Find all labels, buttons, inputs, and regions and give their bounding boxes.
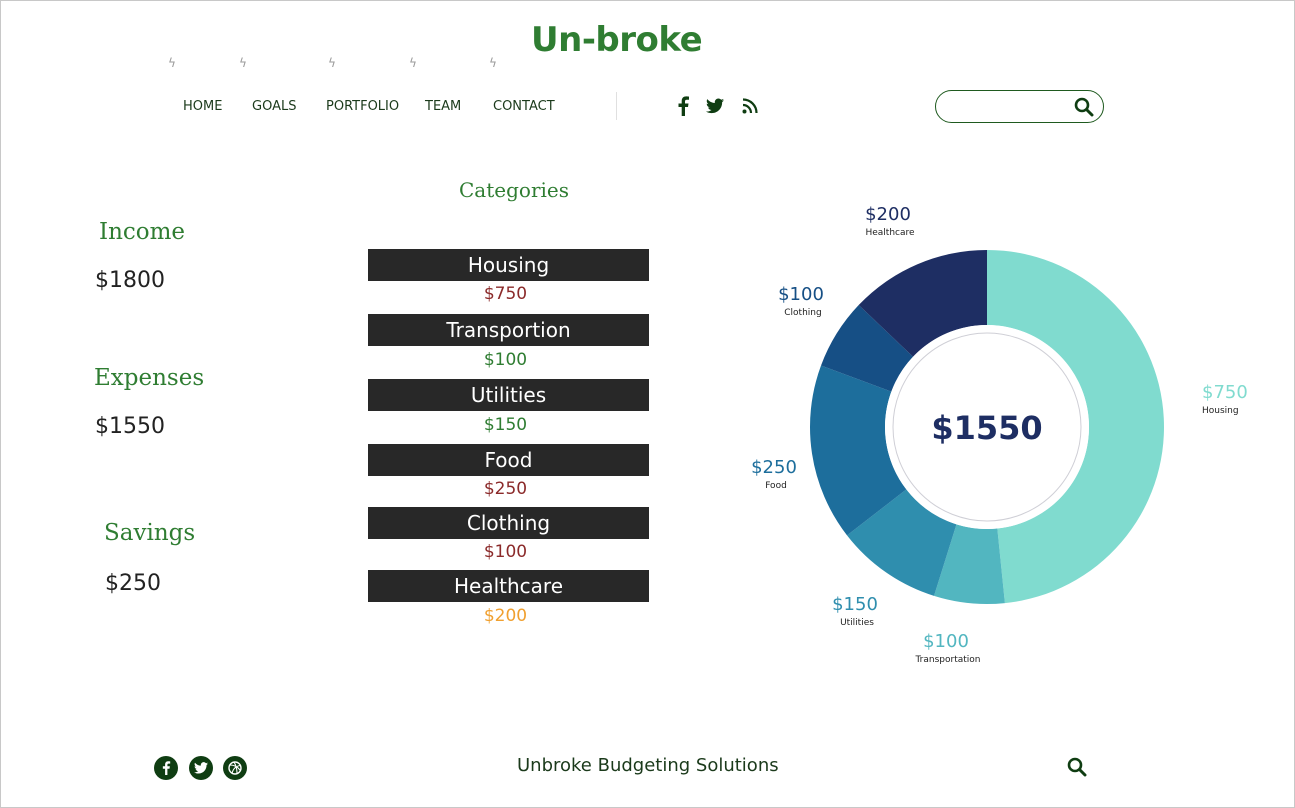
bolt-icon: ϟ — [409, 56, 417, 70]
slice-name-label: Housing — [1202, 406, 1239, 416]
nav-team[interactable]: TEAM — [425, 99, 461, 114]
footer-title: Unbroke Budgeting Solutions — [517, 755, 779, 776]
category-healthcare[interactable]: Healthcare — [368, 570, 649, 602]
category-housing[interactable]: Housing — [368, 249, 649, 281]
slice-name-label: Utilities — [840, 618, 874, 628]
category-food[interactable]: Food — [368, 444, 649, 476]
slice-value-label: $750 — [1202, 382, 1248, 403]
search-icon[interactable] — [1074, 97, 1094, 117]
bolt-icon: ϟ — [168, 56, 176, 70]
nav-contact[interactable]: CONTACT — [493, 99, 555, 114]
footer-facebook-icon[interactable] — [154, 756, 178, 780]
site-logo[interactable]: Un-broke — [531, 20, 703, 60]
category-utilities[interactable]: Utilities — [368, 379, 649, 411]
footer-twitter-icon[interactable] — [189, 756, 213, 780]
slice-value-label: $100 — [923, 631, 969, 652]
category-transportation-amount: $100 — [483, 350, 528, 370]
footer-search-icon[interactable] — [1067, 757, 1087, 781]
search-box — [935, 90, 1104, 123]
bolt-icon: ϟ — [489, 56, 497, 70]
bolt-icon: ϟ — [328, 56, 336, 70]
slice-name-label: Transportation — [915, 655, 981, 665]
slice-value-label: $150 — [832, 594, 878, 615]
search-input[interactable] — [948, 97, 1072, 119]
expenses-value: $1550 — [95, 414, 165, 439]
slice-value-label: $100 — [778, 284, 824, 305]
bolt-icon: ϟ — [239, 56, 247, 70]
category-utilities-amount: $150 — [483, 415, 528, 435]
slice-name-label: Clothing — [784, 308, 821, 318]
category-clothing[interactable]: Clothing — [368, 507, 649, 539]
slice-name-label: Food — [765, 481, 787, 491]
income-heading: Income — [99, 219, 186, 245]
category-healthcare-amount: $200 — [483, 606, 528, 626]
facebook-icon[interactable] — [676, 96, 696, 116]
categories-title: Categories — [459, 178, 569, 202]
category-clothing-amount: $100 — [483, 542, 528, 562]
savings-heading: Savings — [104, 520, 196, 546]
category-transportation[interactable]: Transportion — [368, 314, 649, 346]
slice-value-label: $250 — [751, 457, 797, 478]
nav-home[interactable]: HOME — [183, 99, 222, 114]
expense-donut-chart: $1550 $750 Housing $100 Transportation $150 U… — [751, 204, 1248, 665]
chart-center-total: $1550 — [931, 409, 1042, 447]
slice-value-label: $200 — [865, 204, 911, 225]
nav-goals[interactable]: GOALS — [252, 99, 296, 114]
slice-name-label: Healthcare — [865, 228, 915, 238]
expenses-heading: Expenses — [94, 365, 205, 391]
rss-icon[interactable] — [742, 96, 762, 116]
nav-divider — [616, 92, 617, 120]
footer-dribbble-icon[interactable] — [223, 756, 247, 780]
category-food-amount: $250 — [483, 479, 528, 499]
savings-value: $250 — [105, 571, 161, 596]
twitter-icon[interactable] — [706, 96, 726, 116]
income-value: $1800 — [95, 268, 165, 293]
nav-portfolio[interactable]: PORTFOLIO — [326, 99, 399, 114]
category-housing-amount: $750 — [483, 284, 528, 304]
